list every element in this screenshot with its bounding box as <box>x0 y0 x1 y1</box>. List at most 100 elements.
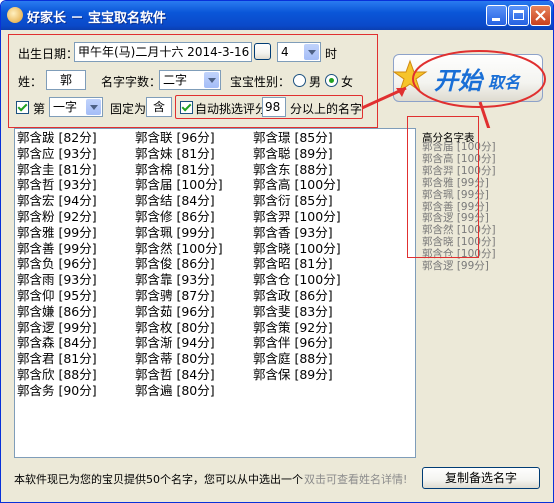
fixed-prefix: 第 <box>33 102 46 116</box>
names-row: 郭含仰 [95分] 郭含骋 [87分] 郭含政 [86分] <box>17 288 415 304</box>
name-item[interactable]: 郭含哲 [84分] <box>135 367 253 383</box>
name-item[interactable]: 郭含负 [96分] <box>17 256 135 272</box>
names-row: 郭含跋 [82分] 郭含联 [96分] 郭含璟 [85分] <box>17 130 415 146</box>
gender-male-radio[interactable] <box>293 74 306 87</box>
name-item[interactable]: 郭含渐 [94分] <box>135 335 253 351</box>
chevron-down-icon <box>304 44 319 60</box>
name-item[interactable]: 郭含逻 [99分] <box>17 320 135 336</box>
app-icon <box>7 7 23 23</box>
fixed-label: 固定为 <box>110 102 147 116</box>
fixed-char-checkbox[interactable] <box>16 101 29 114</box>
date-picker-button[interactable] <box>254 43 271 60</box>
names-row: 郭含善 [99分] 郭含然 [100分] 郭含晓 [100分] <box>17 241 415 257</box>
name-item[interactable]: 郭含璟 [85分] <box>253 130 371 146</box>
names-list[interactable]: 郭含跋 [82分] 郭含联 [96分] 郭含璟 [85分] 郭含应 [93分] 郭含妹 … <box>14 128 416 458</box>
fixed-char-input[interactable]: 含 <box>146 97 172 117</box>
name-item[interactable]: 郭含茹 [96分] <box>135 304 253 320</box>
name-item[interactable]: 郭含政 [86分] <box>253 288 371 304</box>
name-item[interactable]: 郭含届 [100分] <box>135 177 253 193</box>
name-item[interactable]: 郭含修 [86分] <box>135 209 253 225</box>
hour-unit: 时 <box>325 47 338 61</box>
name-item[interactable]: 郭含衍 [85分] <box>253 193 371 209</box>
name-item[interactable]: 郭含应 [93分] <box>17 146 135 162</box>
status-message: 本软件现已为您的宝贝提供50个名字，您可以从中选出一个 <box>14 473 303 486</box>
chevron-down-icon <box>204 72 219 88</box>
name-item[interactable]: 郭含棉 [81分] <box>135 162 253 178</box>
maximize-button[interactable] <box>508 5 529 26</box>
close-button[interactable] <box>530 5 551 26</box>
status-hint: 双击可查看姓名详情! <box>304 473 408 486</box>
name-item[interactable]: 郭含遍 [80分] <box>135 383 253 399</box>
name-item[interactable]: 郭含结 [84分] <box>135 193 253 209</box>
copy-names-button[interactable]: 复制备选名字 <box>422 467 540 489</box>
name-item[interactable]: 郭含庭 [88分] <box>253 351 371 367</box>
name-length-value: 二字 <box>163 73 188 87</box>
title-bar[interactable]: 好家长 － 宝宝取名软件 <box>1 1 553 30</box>
name-item[interactable]: 郭含骋 [87分] <box>135 288 253 304</box>
name-item[interactable]: 郭含务 [90分] <box>17 383 135 399</box>
name-item[interactable]: 郭含聪 [89分] <box>253 146 371 162</box>
name-item[interactable]: 郭含然 [100分] <box>135 241 253 257</box>
names-row: 郭含欣 [88分] 郭含哲 [84分] 郭含保 [89分] <box>17 367 415 383</box>
hour-value: 4 <box>281 45 289 59</box>
names-row: 郭含务 [90分] 郭含遍 [80分] <box>17 383 415 399</box>
minimize-button[interactable] <box>486 5 507 26</box>
birth-date-field[interactable]: 甲午年(马)二月十六 2014-3-16 <box>74 42 252 62</box>
fixed-position-value: 一字 <box>53 100 78 114</box>
name-item[interactable]: 郭含粉 [92分] <box>17 209 135 225</box>
high-score-item[interactable]: 郭含逻 [99分] <box>422 260 525 273</box>
name-item[interactable]: 郭含雨 [93分] <box>17 272 135 288</box>
auto-select-suffix: 分以上的名字 <box>290 102 363 116</box>
name-item[interactable]: 郭含哲 [93分] <box>17 177 135 193</box>
name-item[interactable]: 郭含嫌 [86分] <box>17 304 135 320</box>
birth-label: 出生日期： <box>18 47 79 61</box>
names-row: 郭含嫌 [86分] 郭含茹 [96分] 郭含斐 [83分] <box>17 304 415 320</box>
name-item[interactable]: 郭含香 [93分] <box>253 225 371 241</box>
name-item[interactable]: 郭含宏 [94分] <box>17 193 135 209</box>
start-button-highlight-ellipse <box>412 50 546 108</box>
name-item[interactable]: 郭含妹 [81分] <box>135 146 253 162</box>
name-item[interactable]: 郭含昭 [81分] <box>253 256 371 272</box>
name-item[interactable]: 郭含欣 [88分] <box>17 367 135 383</box>
name-item[interactable]: 郭含伴 [96分] <box>253 335 371 351</box>
name-item[interactable]: 郭含保 [89分] <box>253 367 371 383</box>
names-row: 郭含哲 [93分] 郭含届 [100分] 郭含高 [100分] <box>17 177 415 193</box>
names-row: 郭含应 [93分] 郭含妹 [81分] 郭含聪 [89分] <box>17 146 415 162</box>
name-item[interactable]: 郭含蒂 [80分] <box>135 351 253 367</box>
name-item[interactable]: 郭含珮 [99分] <box>135 225 253 241</box>
name-item[interactable]: 郭含联 [96分] <box>135 130 253 146</box>
name-item[interactable]: 郭含东 [88分] <box>253 162 371 178</box>
names-row: 郭含粉 [92分] 郭含修 [86分] 郭含羿 [100分] <box>17 209 415 225</box>
chevron-down-icon <box>86 99 101 115</box>
name-item[interactable]: 郭含策 [92分] <box>253 320 371 336</box>
name-length-select[interactable]: 二字 <box>159 70 221 90</box>
gender-female-label: 女 <box>341 75 354 89</box>
name-item[interactable]: 郭含善 [99分] <box>17 241 135 257</box>
names-row: 郭含圭 [81分] 郭含棉 [81分] 郭含东 [88分] <box>17 162 415 178</box>
name-item[interactable]: 郭含羿 [100分] <box>253 209 371 225</box>
name-item[interactable]: 郭含枚 [80分] <box>135 320 253 336</box>
maximize-icon <box>513 10 524 20</box>
name-item[interactable]: 郭含仓 [100分] <box>253 272 371 288</box>
name-item[interactable]: 郭含森 [84分] <box>17 335 135 351</box>
name-item[interactable]: 郭含俊 [86分] <box>135 256 253 272</box>
app-window: 好家长 － 宝宝取名软件 出生日期： 甲午年(马)二月十六 2014-3-16 … <box>0 0 554 503</box>
name-item[interactable]: 郭含圭 [81分] <box>17 162 135 178</box>
auto-select-checkbox[interactable] <box>180 101 193 114</box>
fixed-position-select[interactable]: 一字 <box>49 97 103 117</box>
name-item[interactable]: 郭含晓 [100分] <box>253 241 371 257</box>
name-item[interactable]: 郭含雅 [99分] <box>17 225 135 241</box>
hour-select[interactable]: 4 <box>277 42 321 62</box>
score-threshold-input[interactable]: 98 <box>262 97 286 117</box>
name-item[interactable]: 郭含斐 [83分] <box>253 304 371 320</box>
name-item[interactable]: 郭含靠 [93分] <box>135 272 253 288</box>
names-row: 郭含雨 [93分] 郭含靠 [93分] 郭含仓 [100分] <box>17 272 415 288</box>
name-item[interactable]: 郭含高 [100分] <box>253 177 371 193</box>
window-title: 好家长 － 宝宝取名软件 <box>27 11 167 26</box>
name-item[interactable]: 郭含君 [81分] <box>17 351 135 367</box>
auto-select-label: 自动挑选评分 <box>195 102 268 116</box>
name-item[interactable]: 郭含跋 [82分] <box>17 130 135 146</box>
gender-female-radio[interactable] <box>325 74 338 87</box>
surname-input[interactable]: 郭 <box>46 70 86 90</box>
name-item[interactable]: 郭含仰 [95分] <box>17 288 135 304</box>
